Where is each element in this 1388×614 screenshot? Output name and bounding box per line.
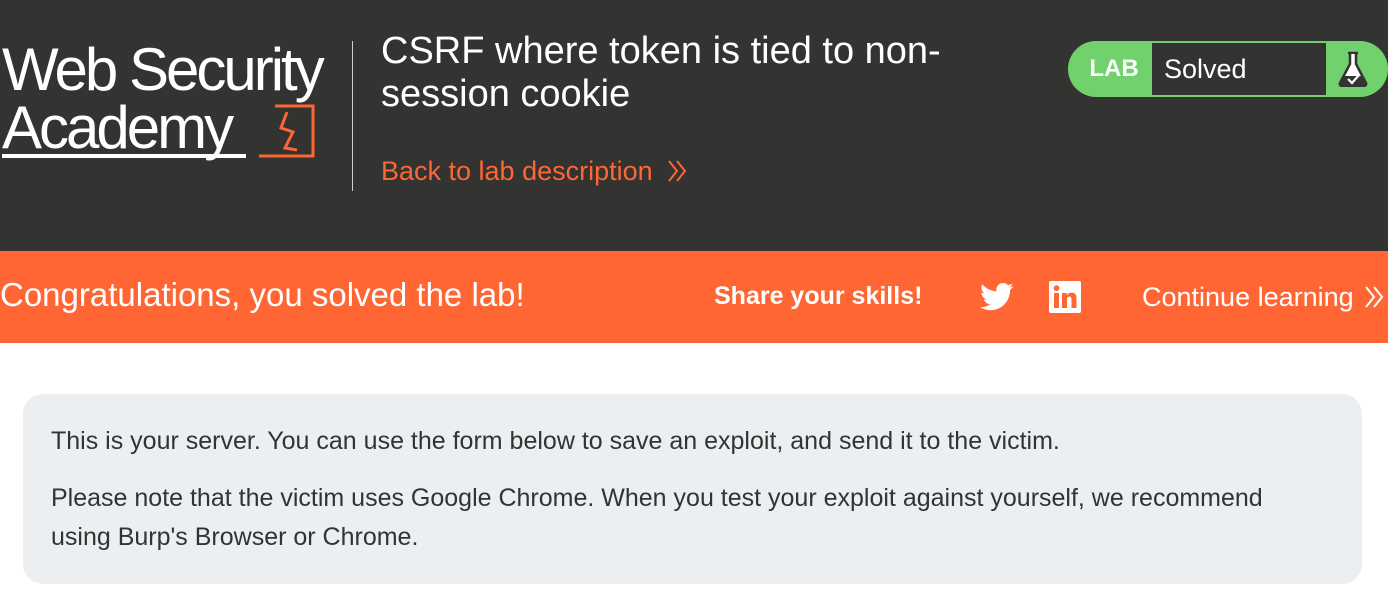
double-chevron-right-icon	[1364, 286, 1383, 308]
share-linkedin-button[interactable]	[1049, 281, 1081, 313]
back-to-lab-description-link[interactable]: Back to lab description	[381, 154, 687, 188]
lab-title: CSRF where token is tied to non-session …	[381, 30, 941, 115]
logo-text-line-2: Academy	[2, 94, 234, 161]
continue-learning-label: Continue learning	[1142, 282, 1354, 312]
continue-learning-link[interactable]: Continue learning	[1142, 280, 1384, 314]
back-link-label: Back to lab description	[381, 156, 653, 186]
lab-status-widget: LAB Solved	[1068, 41, 1388, 97]
flask-check-icon	[1338, 51, 1368, 87]
server-info-paragraph-2: Please note that the victim uses Google …	[51, 484, 1263, 551]
linkedin-icon	[1049, 281, 1081, 313]
web-security-academy-logo[interactable]: Web Security Academy	[0, 34, 352, 174]
share-twitter-button[interactable]	[980, 282, 1014, 312]
lab-badge: LAB	[1068, 41, 1152, 97]
share-skills-label: Share your skills!	[714, 282, 923, 310]
site-header: Web Security Academy CSRF where token is…	[0, 0, 1388, 251]
logo-underline	[2, 154, 246, 158]
header-divider	[352, 41, 353, 191]
academy-bolt-icon	[259, 104, 315, 158]
lab-flask-container	[1326, 41, 1388, 97]
twitter-icon	[980, 282, 1014, 311]
congratulations-message: Congratulations, you solved the lab!	[0, 276, 525, 313]
server-info-panel: This is your server. You can use the for…	[23, 394, 1362, 584]
lab-status-text: Solved	[1152, 41, 1326, 97]
logo-text-line-1: Web Security	[2, 36, 325, 103]
solved-banner: Congratulations, you solved the lab! Sha…	[0, 251, 1388, 343]
double-chevron-right-icon	[667, 160, 686, 182]
server-info-paragraph-1: This is your server. You can use the for…	[51, 427, 1060, 455]
